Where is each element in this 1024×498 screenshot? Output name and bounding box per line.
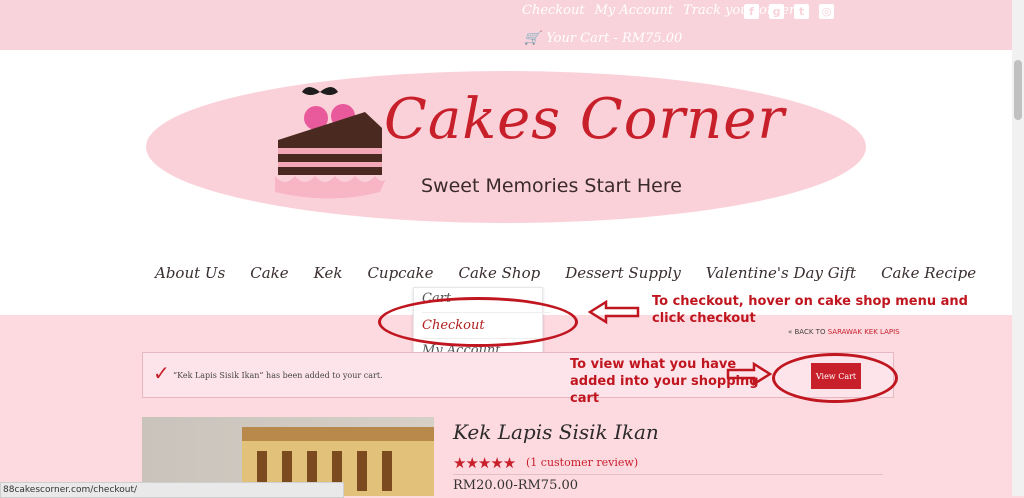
- nav-cake-shop[interactable]: Cake Shop: [459, 264, 541, 282]
- cart-icon: 🛒: [524, 31, 541, 46]
- checkmark-icon: ✓: [153, 363, 170, 385]
- instagram-icon[interactable]: ◎: [819, 4, 834, 19]
- top-link-checkout[interactable]: Checkout: [522, 3, 585, 18]
- left-arrow-icon: [588, 299, 640, 325]
- nav-cupcake[interactable]: Cupcake: [367, 264, 433, 282]
- breadcrumb-prefix: « BACK TO: [788, 328, 826, 336]
- view-cart-highlight-oval: [772, 353, 898, 403]
- google-plus-icon[interactable]: g: [769, 4, 784, 19]
- facebook-icon[interactable]: f: [744, 4, 759, 19]
- right-arrow-icon: [726, 361, 772, 387]
- review-link[interactable]: (1 customer review): [526, 456, 638, 469]
- top-bar: Checkout My Account Track your order f g…: [0, 0, 1012, 50]
- nav-cake[interactable]: Cake: [250, 264, 288, 282]
- logo-title[interactable]: Cakes Corner: [384, 87, 785, 152]
- annotation-checkout-hint: To checkout, hover on cake shop menu and…: [652, 294, 968, 326]
- cake-logo-icon: [275, 87, 385, 199]
- scrollbar-thumb[interactable]: [1014, 60, 1022, 120]
- nav-valentines-day-gift[interactable]: Valentine's Day Gift: [706, 264, 856, 282]
- nav-kek[interactable]: Kek: [314, 264, 343, 282]
- rating-stars: ★★★★★: [453, 456, 516, 472]
- logo-tagline: Sweet Memories Start Here: [421, 175, 682, 197]
- divider: [453, 474, 883, 475]
- top-link-my-account[interactable]: My Account: [595, 3, 674, 18]
- main-nav: About Us Cake Kek Cupcake Cake Shop Dess…: [155, 264, 1001, 282]
- twitter-icon[interactable]: t: [794, 4, 809, 19]
- breadcrumb: « BACK TO SARAWAK KEK LAPIS: [788, 328, 900, 336]
- social-links: f g t ◎: [744, 4, 834, 19]
- nav-about-us[interactable]: About Us: [155, 264, 225, 282]
- product-price: RM20.00-RM75.00: [453, 478, 579, 493]
- nav-dessert-supply[interactable]: Dessert Supply: [565, 264, 681, 282]
- cart-link[interactable]: 🛒 Your Cart - RM75.00: [524, 31, 682, 46]
- nav-cake-recipe[interactable]: Cake Recipe: [881, 264, 976, 282]
- checkout-highlight-oval: [378, 297, 578, 347]
- product-title: Kek Lapis Sisik Ikan: [453, 420, 659, 444]
- cart-label: Your Cart - RM75.00: [546, 31, 683, 46]
- notice-text: “Kek Lapis Sisik Ikan” has been added to…: [173, 371, 383, 380]
- breadcrumb-link[interactable]: SARAWAK KEK LAPIS: [828, 328, 900, 336]
